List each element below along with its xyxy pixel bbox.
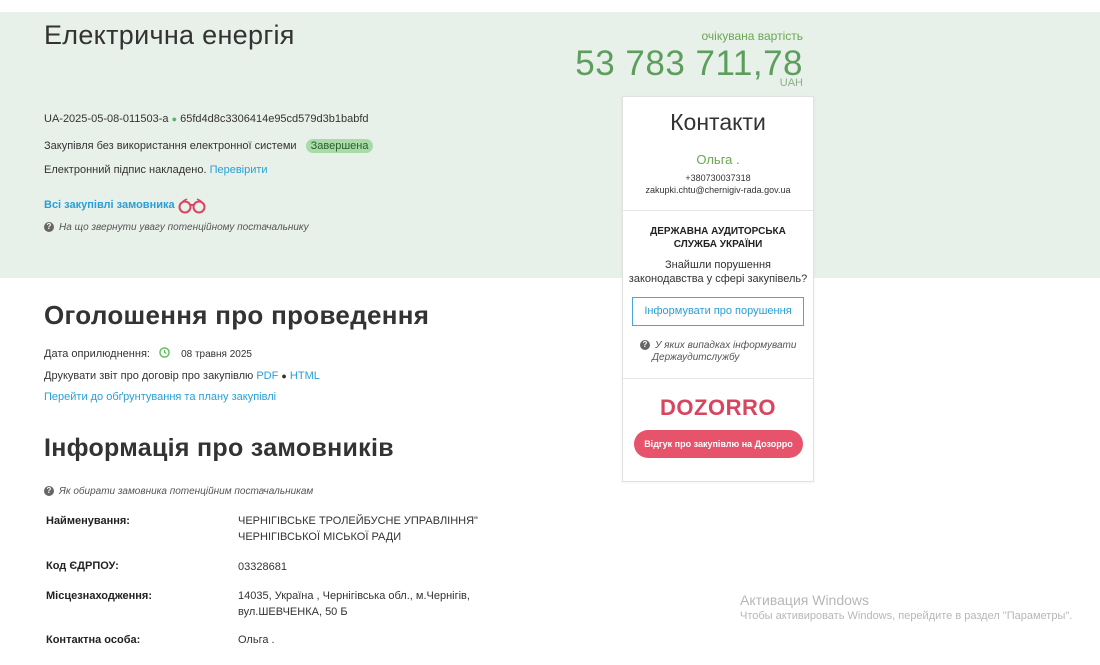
question-icon: ? bbox=[640, 340, 650, 350]
attention-note-text: На що звернути увагу потенційному постач… bbox=[59, 222, 309, 233]
edrpou-value: 03328681 bbox=[238, 561, 287, 573]
all-purchases-link[interactable]: Всі закупівлі замовника bbox=[44, 199, 175, 211]
print-label: Друкувати звіт про договір про закупівлю bbox=[44, 370, 254, 382]
customer-name: ЧЕРНІГІВСЬКЕ ТРОЛЕЙБУСНЕ УПРАВЛІННЯ" ЧЕР… bbox=[238, 513, 478, 545]
edrpou-label: Код ЄДРПОУ: bbox=[46, 560, 119, 572]
tender-hash: 65fd4d8c3306414e95cd579d3b1babfd bbox=[180, 113, 369, 125]
contact-phone[interactable]: +380730037318 bbox=[623, 173, 813, 183]
audit-service-name: ДЕРЖАВНА АУДИТОРСЬКА СЛУЖБА УКРАЇНИ bbox=[623, 225, 813, 251]
pub-date: 08 травня 2025 bbox=[181, 349, 252, 360]
currency: UAH bbox=[779, 77, 803, 89]
when-line2: Держаудитслужбу bbox=[652, 352, 740, 363]
audit-line1: ДЕРЖАВНА АУДИТОРСЬКА bbox=[650, 226, 786, 237]
divider bbox=[623, 210, 813, 211]
dozorro-logo[interactable]: DOZORRO bbox=[623, 395, 813, 421]
contact-value: Ольга . bbox=[238, 634, 275, 646]
location-line2: вул.ШЕВЧЕНКА, 50 Б bbox=[238, 606, 348, 618]
plan-link[interactable]: Перейти до обґрунтування та плану закупі… bbox=[44, 391, 276, 403]
contact-label: Контактна особа: bbox=[46, 634, 141, 646]
location-label: Місцезнаходження: bbox=[46, 590, 152, 602]
when-inform-note[interactable]: ? У яких випадках інформувати Держаудитсл… bbox=[640, 340, 796, 364]
customer-name-line1: ЧЕРНІГІВСЬКЕ ТРОЛЕЙБУСНЕ УПРАВЛІННЯ" bbox=[238, 515, 478, 527]
location-line1: 14035, Україна , Чернігівська обл., м.Че… bbox=[238, 590, 470, 602]
dot-icon: ● bbox=[281, 371, 287, 381]
question-icon: ? bbox=[44, 486, 54, 496]
contacts-panel: Контакти Ольга . +380730037318 zakupki.c… bbox=[622, 96, 814, 482]
pub-date-label: Дата оприлюднення: bbox=[44, 348, 150, 360]
contact-name: Ольга . bbox=[696, 152, 740, 167]
customer-heading: Інформація про замовників bbox=[44, 434, 394, 462]
question-icon: ? bbox=[44, 222, 54, 232]
customer-hint-text: Як обирати замовника потенційним постача… bbox=[59, 486, 314, 497]
page-title: Електрична енергія bbox=[44, 20, 295, 50]
question-line2: законодавства у сфері закупівель? bbox=[628, 273, 808, 285]
clock-icon bbox=[159, 347, 170, 358]
question-line1: Знайшли порушення bbox=[664, 259, 772, 271]
binoculars-icon[interactable] bbox=[177, 198, 207, 214]
signature-text: Електронний підпис накладено. bbox=[44, 164, 207, 176]
announcement-heading: Оголошення про проведення bbox=[44, 300, 430, 330]
signature-line: Електронний підпис накладено. Перевірити bbox=[44, 164, 268, 176]
violation-question: Знайшли порушення законодавства у сфері … bbox=[623, 258, 813, 286]
divider bbox=[623, 378, 813, 379]
audit-line2: СЛУЖБА УКРАЇНИ bbox=[673, 239, 763, 250]
name-label: Найменування: bbox=[46, 515, 130, 527]
customer-hint[interactable]: ? Як обирати замовника потенційним постач… bbox=[44, 486, 313, 497]
dozorro-feedback-button[interactable]: Відгук про закупівлю на Дозорро bbox=[634, 430, 803, 458]
tender-id-line: UA-2025-05-08-011503-a ● 65fd4d8c3306414… bbox=[44, 113, 369, 125]
dot-icon: ● bbox=[171, 114, 178, 124]
location-value: 14035, Україна , Чернігівська обл., м.Че… bbox=[238, 588, 470, 620]
procurement-type-line: Закупівля без використання електронної с… bbox=[44, 139, 374, 153]
all-purchases-row: Всі закупівлі замовника bbox=[44, 199, 175, 211]
expected-value-label: очікувана вартість bbox=[701, 29, 804, 43]
contacts-title: Контакти bbox=[670, 109, 766, 135]
attention-note[interactable]: ? На що звернути увагу потенційному поста… bbox=[44, 222, 309, 233]
status-badge: Завершена bbox=[305, 139, 374, 153]
pdf-link[interactable]: PDF bbox=[256, 370, 278, 382]
customer-name-line2: ЧЕРНІГІВСЬКОЇ МІСЬКОЇ РАДИ bbox=[238, 531, 402, 543]
html-link[interactable]: HTML bbox=[290, 370, 320, 382]
expected-value: 53 783 711,78 bbox=[575, 44, 803, 83]
windows-activation-text: Чтобы активировать Windows, перейдите в … bbox=[740, 610, 1073, 622]
signature-check-link[interactable]: Перевірити bbox=[210, 164, 268, 176]
publication-date-line: Дата оприлюднення: 08 травня 2025 bbox=[44, 347, 252, 360]
tender-id: UA-2025-05-08-011503-a bbox=[44, 113, 169, 125]
print-report-line: Друкувати звіт про договір про закупівлю… bbox=[44, 370, 320, 382]
when-line1: У яких випадках інформувати bbox=[655, 340, 797, 351]
procurement-type: Закупівля без використання електронної с… bbox=[44, 140, 297, 152]
contact-email[interactable]: zakupki.chtu@chernigiv-rada.gov.ua bbox=[623, 185, 813, 195]
windows-activation-title: Активация Windows bbox=[740, 592, 870, 608]
report-violation-button[interactable]: Інформувати про порушення bbox=[632, 297, 804, 326]
